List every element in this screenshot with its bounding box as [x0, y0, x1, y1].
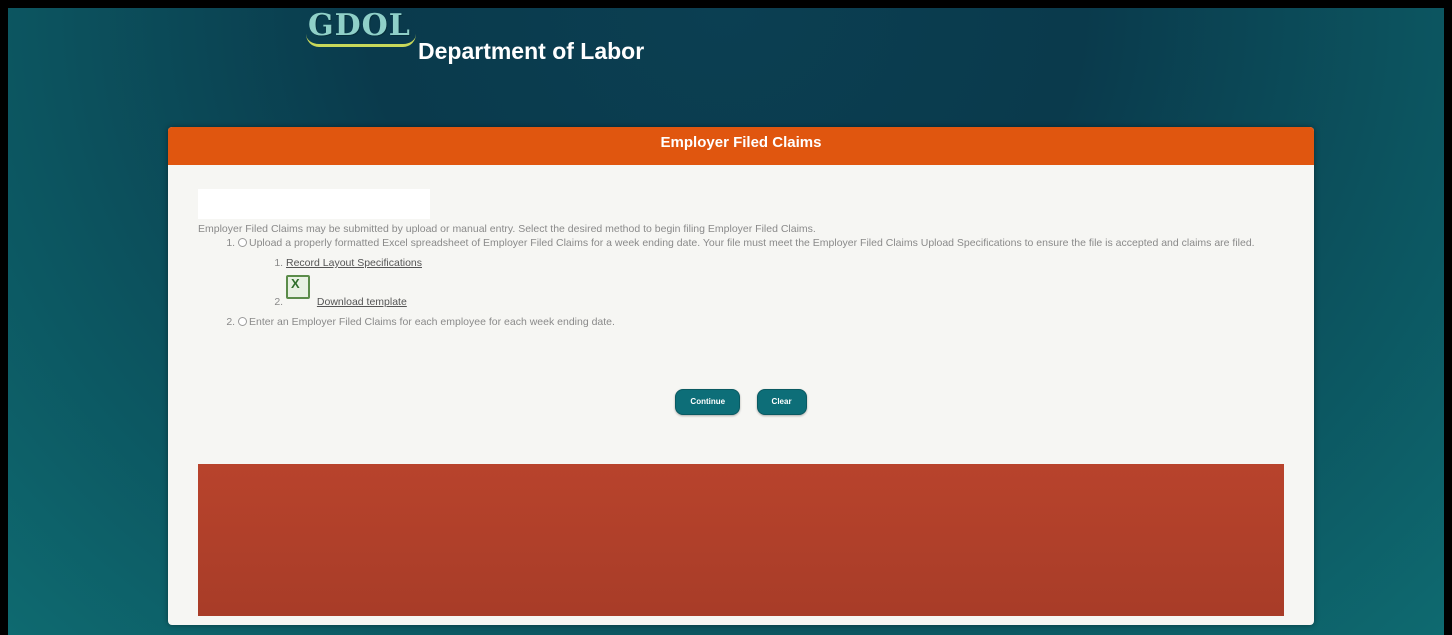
manual-option-text: Enter an Employer Filed Claims for each …: [249, 316, 615, 328]
footer-banner: [198, 464, 1284, 616]
button-row: Continue Clear: [168, 389, 1314, 415]
download-template-item: X Download template: [286, 275, 1288, 308]
record-layout-link[interactable]: Record Layout Specifications: [286, 257, 422, 269]
panel-content: Employer Filed Claims may be submitted b…: [198, 223, 1288, 336]
clear-button[interactable]: Clear: [756, 389, 807, 415]
method-manual: Enter an Employer Filed Claims for each …: [238, 316, 1288, 328]
page-background: GDOL Department of Labor Employer Filed …: [8, 8, 1444, 635]
logo-swoosh: [306, 34, 416, 47]
panel-title: Employer Filed Claims: [168, 127, 1314, 165]
upload-option-text: Upload a properly formatted Excel spread…: [249, 237, 1255, 249]
method-list: Upload a properly formatted Excel spread…: [198, 237, 1288, 328]
excel-icon[interactable]: X: [286, 275, 310, 299]
blank-field: [198, 189, 430, 219]
department-title: Department of Labor: [418, 38, 645, 64]
upload-resources: Record Layout Specifications X Download …: [238, 257, 1288, 308]
record-layout-item: Record Layout Specifications: [286, 257, 1288, 269]
continue-button[interactable]: Continue: [675, 389, 741, 415]
method-upload: Upload a properly formatted Excel spread…: [238, 237, 1288, 308]
upload-radio[interactable]: [238, 238, 247, 247]
employer-filed-claims-panel: Employer Filed Claims Employer Filed Cla…: [168, 127, 1314, 625]
download-template-link[interactable]: Download template: [317, 296, 407, 308]
manual-entry-radio[interactable]: [238, 317, 247, 326]
intro-text: Employer Filed Claims may be submitted b…: [198, 223, 816, 235]
